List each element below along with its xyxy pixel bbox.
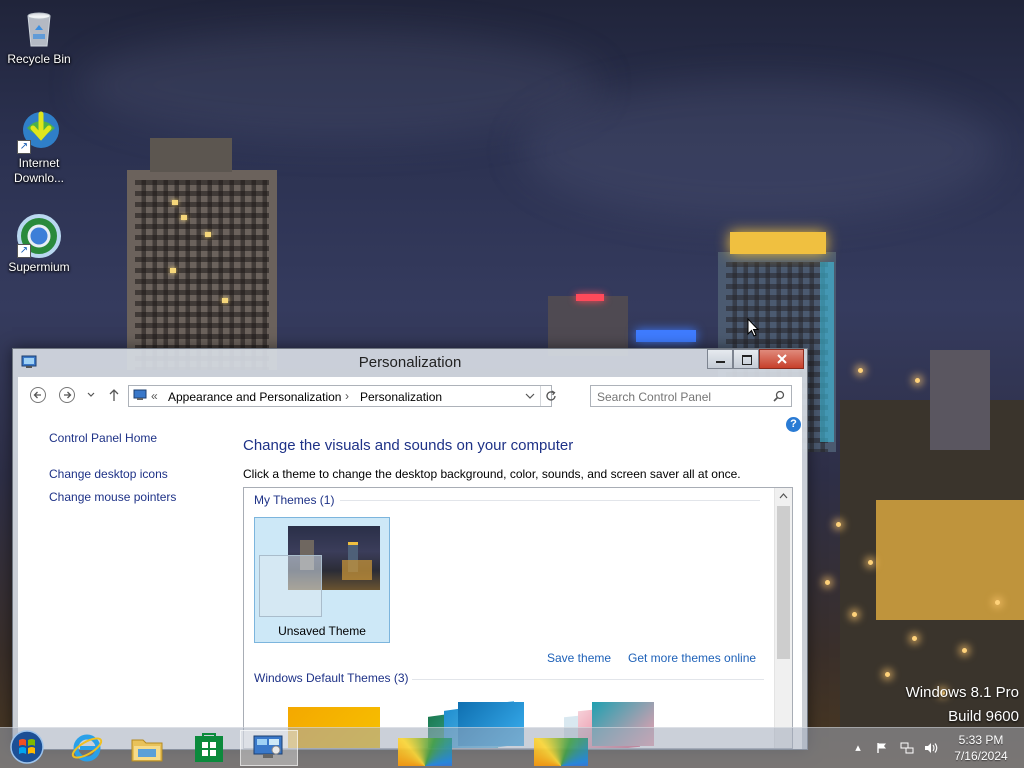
window-title: Personalization bbox=[358, 354, 462, 371]
wallpaper-cloud bbox=[520, 80, 1000, 220]
themes-scrollbar[interactable] bbox=[774, 488, 792, 748]
show-hidden-icons-chevron-icon[interactable]: ▴ bbox=[852, 742, 864, 754]
search-input[interactable] bbox=[595, 388, 769, 405]
desktop-icon-label: Recycle Bin bbox=[7, 52, 71, 66]
breadcrumb-overflow[interactable]: « bbox=[151, 389, 158, 403]
wallpaper-building bbox=[876, 500, 1024, 620]
control-panel-icon bbox=[133, 389, 147, 400]
maximize-button[interactable] bbox=[733, 349, 759, 369]
theme-window-color-swatch bbox=[259, 555, 322, 617]
control-panel-home-link[interactable]: Control Panel Home bbox=[49, 431, 157, 445]
themes-list[interactable]: My Themes (1) Unsaved Theme Save theme G… bbox=[243, 487, 793, 749]
taskbar-preview-theme-1[interactable] bbox=[394, 730, 456, 766]
taskbar-store[interactable] bbox=[180, 730, 238, 766]
scrollbar-thumb[interactable] bbox=[777, 506, 790, 659]
address-dropdown-icon[interactable] bbox=[525, 393, 535, 399]
maximize-icon bbox=[742, 355, 752, 365]
change-mouse-pointers-link[interactable]: Change mouse pointers bbox=[49, 490, 176, 504]
forward-arrow-icon bbox=[64, 391, 72, 399]
shortcut-arrow-icon: ↗ bbox=[17, 140, 31, 154]
wallpaper-cloud bbox=[80, 30, 600, 140]
window-client-area: « Appearance and Personalization › Perso… bbox=[18, 377, 802, 749]
back-button[interactable] bbox=[30, 387, 46, 403]
clock-time: 5:33 PM bbox=[958, 733, 1004, 747]
breadcrumb-separator[interactable]: › bbox=[345, 389, 349, 403]
taskbar-internet-explorer[interactable] bbox=[58, 730, 116, 766]
minimize-button[interactable] bbox=[707, 349, 733, 369]
unsaved-theme-tile[interactable]: Unsaved Theme bbox=[254, 517, 390, 643]
help-icon[interactable]: ? bbox=[786, 417, 801, 432]
default-themes-header: Windows Default Themes (3) bbox=[254, 671, 409, 685]
file-explorer-folder-icon bbox=[131, 739, 163, 762]
personalization-window: Personalization « Appearance and Persona… bbox=[12, 348, 808, 750]
wallpaper-building bbox=[548, 296, 628, 356]
navigation-bar: « Appearance and Personalization › Perso… bbox=[18, 377, 802, 415]
volume-speaker-icon[interactable] bbox=[924, 742, 938, 754]
back-arrow-icon bbox=[33, 391, 41, 399]
search-box[interactable] bbox=[590, 385, 792, 407]
windows-build-watermark: Build 9600 bbox=[948, 708, 1019, 725]
page-heading: Change the visuals and sounds on your co… bbox=[243, 437, 574, 454]
search-icon[interactable] bbox=[773, 390, 785, 402]
windows-version-watermark: Windows 8.1 Pro bbox=[905, 684, 1019, 701]
close-button[interactable] bbox=[759, 349, 804, 369]
refresh-icon[interactable] bbox=[544, 389, 558, 403]
minimize-icon bbox=[716, 361, 725, 363]
page-instructions: Click a theme to change the desktop back… bbox=[243, 467, 741, 481]
clock-date: 7/16/2024 bbox=[954, 749, 1008, 763]
wallpaper-building bbox=[150, 138, 232, 172]
wallpaper-building bbox=[127, 170, 277, 370]
forward-button[interactable] bbox=[59, 387, 75, 403]
breadcrumb-personalization[interactable]: Personalization bbox=[360, 390, 442, 404]
taskbar: ▴ 5:33 PM 7/16/2024 bbox=[0, 727, 1024, 768]
action-center-flag-icon[interactable] bbox=[876, 742, 888, 754]
taskbar-file-explorer[interactable] bbox=[118, 730, 176, 766]
save-theme-link[interactable]: Save theme bbox=[547, 651, 611, 665]
window-titlebar[interactable]: Personalization bbox=[13, 349, 807, 377]
scroll-up-arrow-icon[interactable] bbox=[779, 493, 788, 499]
desktop-icon-label: Supermium bbox=[8, 260, 70, 274]
desktop-icon-recycle-bin[interactable]: Recycle Bin bbox=[1, 8, 77, 67]
taskbar-clock[interactable]: 5:33 PM 7/16/2024 bbox=[946, 732, 1016, 764]
network-icon[interactable] bbox=[900, 742, 914, 754]
personalization-taskbar-icon bbox=[253, 735, 283, 758]
unsaved-theme-label: Unsaved Theme bbox=[278, 624, 366, 638]
shortcut-arrow-icon: ↗ bbox=[17, 244, 31, 258]
internet-explorer-icon bbox=[71, 734, 103, 762]
mouse-cursor-icon bbox=[747, 318, 759, 337]
supermium-browser-icon: ↗ bbox=[17, 214, 61, 258]
change-desktop-icons-link[interactable]: Change desktop icons bbox=[49, 467, 168, 481]
close-icon bbox=[777, 354, 787, 364]
recycle-bin-icon bbox=[19, 8, 59, 48]
get-more-themes-online-link[interactable]: Get more themes online bbox=[628, 651, 756, 665]
desktop-icon-supermium[interactable]: ↗ Supermium bbox=[1, 214, 77, 275]
desktop-icon-internet-download-manager[interactable]: ↗ Internet Downlo... bbox=[1, 111, 77, 186]
up-arrow-icon[interactable] bbox=[108, 388, 120, 402]
recent-locations-chevron-icon[interactable] bbox=[87, 392, 95, 398]
windows-store-icon bbox=[195, 733, 223, 762]
address-bar[interactable]: « Appearance and Personalization › Perso… bbox=[128, 385, 556, 407]
taskbar-preview-theme-2[interactable] bbox=[530, 730, 592, 766]
breadcrumb-appearance-and-personalization[interactable]: Appearance and Personalization bbox=[168, 390, 341, 404]
desktop-icon-label: Internet Downlo... bbox=[13, 156, 65, 185]
taskbar-personalization-active[interactable] bbox=[240, 730, 298, 766]
my-themes-header: My Themes (1) bbox=[254, 493, 335, 507]
windows-start-icon bbox=[10, 730, 44, 764]
idm-globe-icon: ↗ bbox=[17, 111, 59, 154]
start-button[interactable] bbox=[0, 730, 54, 766]
